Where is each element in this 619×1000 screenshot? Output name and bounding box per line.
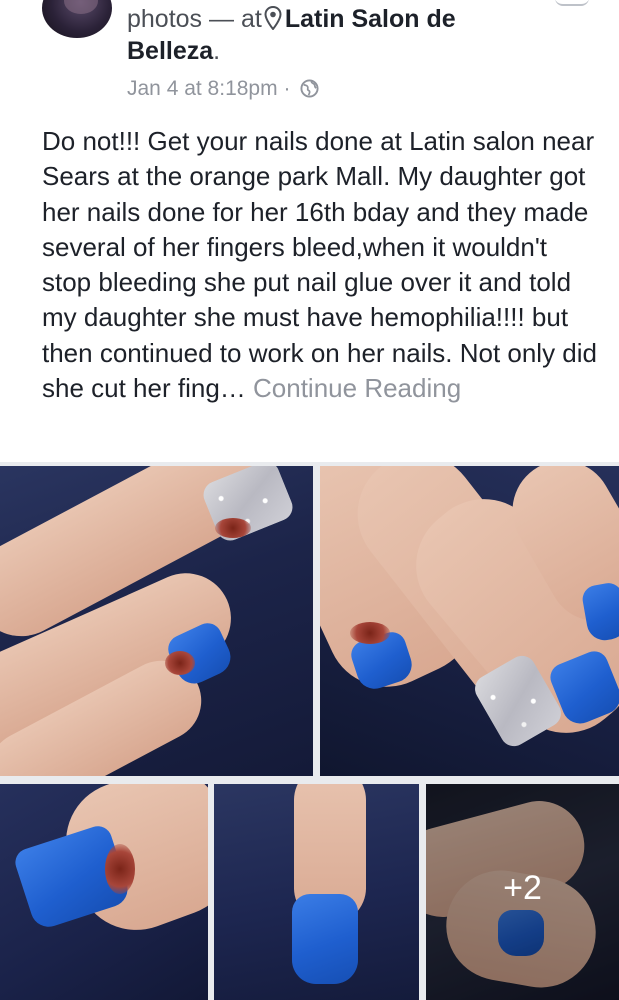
post-photo-5[interactable]: +2 (426, 784, 619, 1000)
post-photo-3[interactable] (0, 784, 208, 1000)
map-pin-icon (264, 6, 282, 30)
header-prefix: photos — at (127, 5, 262, 33)
location-link-continued[interactable]: Belleza (127, 37, 213, 65)
more-photos-overlay[interactable]: +2 (426, 784, 619, 1000)
post-header: photos — at Latin Salon de (127, 4, 456, 34)
post-header-line2: Belleza. (127, 37, 221, 65)
continue-reading-link[interactable]: Continue Reading (253, 373, 461, 403)
post-options-hint (555, 0, 589, 6)
post-photo-2[interactable] (320, 466, 619, 776)
location-link[interactable]: Latin Salon de (285, 5, 456, 33)
more-photos-count: +2 (503, 869, 542, 907)
post-photo-4[interactable] (214, 784, 419, 1000)
timestamp-link[interactable]: Jan 4 at 8:18pm (127, 77, 278, 100)
bleeding-cuticle (350, 622, 390, 644)
post-card: photos — at Latin Salon de Belleza. Jan 4… (0, 0, 619, 462)
bleeding-cuticle (105, 844, 135, 894)
post-body-text: Do not!!! Get your nails done at Latin s… (42, 126, 598, 404)
bleeding-cuticle (165, 651, 195, 675)
bleeding-cuticle (215, 518, 251, 538)
post-photo-1[interactable] (0, 466, 313, 776)
post-body: Do not!!! Get your nails done at Latin s… (42, 124, 602, 406)
blue-nail (292, 894, 358, 984)
globe-icon[interactable] (300, 79, 319, 98)
avatar[interactable] (42, 0, 112, 38)
timestamp-row: Jan 4 at 8:18pm · (127, 75, 319, 103)
separator-dot: · (283, 77, 291, 100)
